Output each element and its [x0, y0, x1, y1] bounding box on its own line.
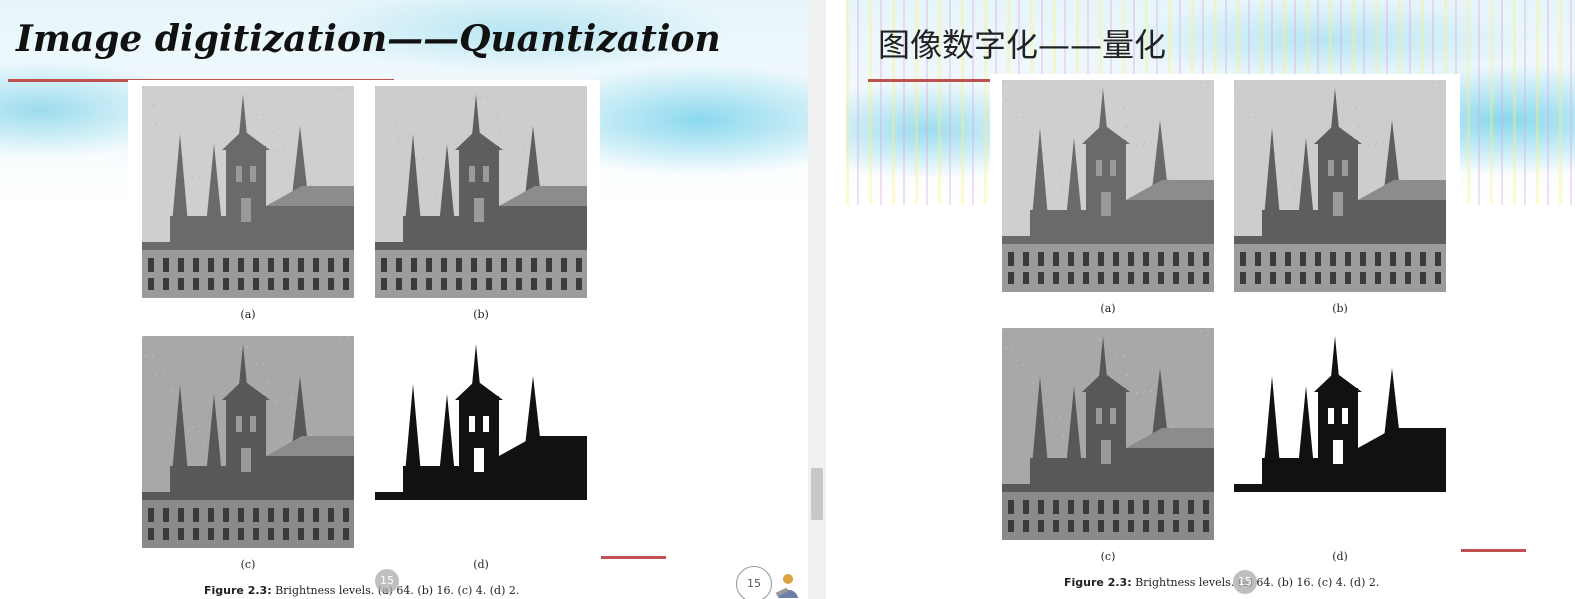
caption-prefix: Figure 2.3:: [204, 584, 272, 597]
figure-caption: Figure 2.3: Brightness levels. (a) 64. (…: [204, 584, 519, 597]
image-panel-c: [1002, 328, 1214, 540]
figure-caption: Figure 2.3: Brightness levels. (a) 64. (…: [1064, 576, 1379, 589]
slide-title: Image digitization——Quantization: [16, 18, 721, 60]
panel-label-b: (b): [473, 308, 489, 321]
page-badge: 15: [375, 569, 399, 593]
title-underline: [868, 79, 992, 82]
panel-label-c: (c): [240, 558, 256, 571]
panel-label-a: (a): [240, 308, 256, 321]
bottom-accent-line: [1461, 549, 1526, 552]
pane-scrollbar[interactable]: [808, 0, 826, 599]
slide-title: 图像数字化——量化: [878, 26, 1167, 64]
right-slide: 图像数字化——量化 (a) (b) (c) (d) Figure 2.3: Br…: [826, 0, 1575, 599]
image-panel-d: [375, 336, 587, 548]
scrollbar-thumb[interactable]: [811, 468, 823, 520]
caption-prefix: Figure 2.3:: [1064, 576, 1132, 589]
panel-label-d: (d): [473, 558, 489, 571]
figure-card: (a) (b) (c) (d) Figure 2.3: Brightness l…: [990, 74, 1460, 599]
panel-label-a: (a): [1100, 302, 1116, 315]
page-number-circle[interactable]: 15: [736, 566, 772, 599]
image-panel-a: [1002, 80, 1214, 292]
image-panel-a: [142, 86, 354, 298]
presenter-icon: [775, 574, 798, 598]
image-panel-b: [375, 86, 587, 298]
image-panel-d: [1234, 328, 1446, 540]
left-slide: Image digitization——Quantization (a) (b)…: [0, 0, 808, 599]
panel-label-c: (c): [1100, 550, 1116, 563]
figure-card: (a) (b) (c) (d) Figure 2.3: Brightness l…: [128, 80, 600, 599]
image-panel-b: [1234, 80, 1446, 292]
bottom-accent-line: [601, 556, 666, 559]
image-panel-c: [142, 336, 354, 548]
page-badge: 15: [1233, 570, 1257, 594]
panel-label-b: (b): [1332, 302, 1348, 315]
panel-label-d: (d): [1332, 550, 1348, 563]
